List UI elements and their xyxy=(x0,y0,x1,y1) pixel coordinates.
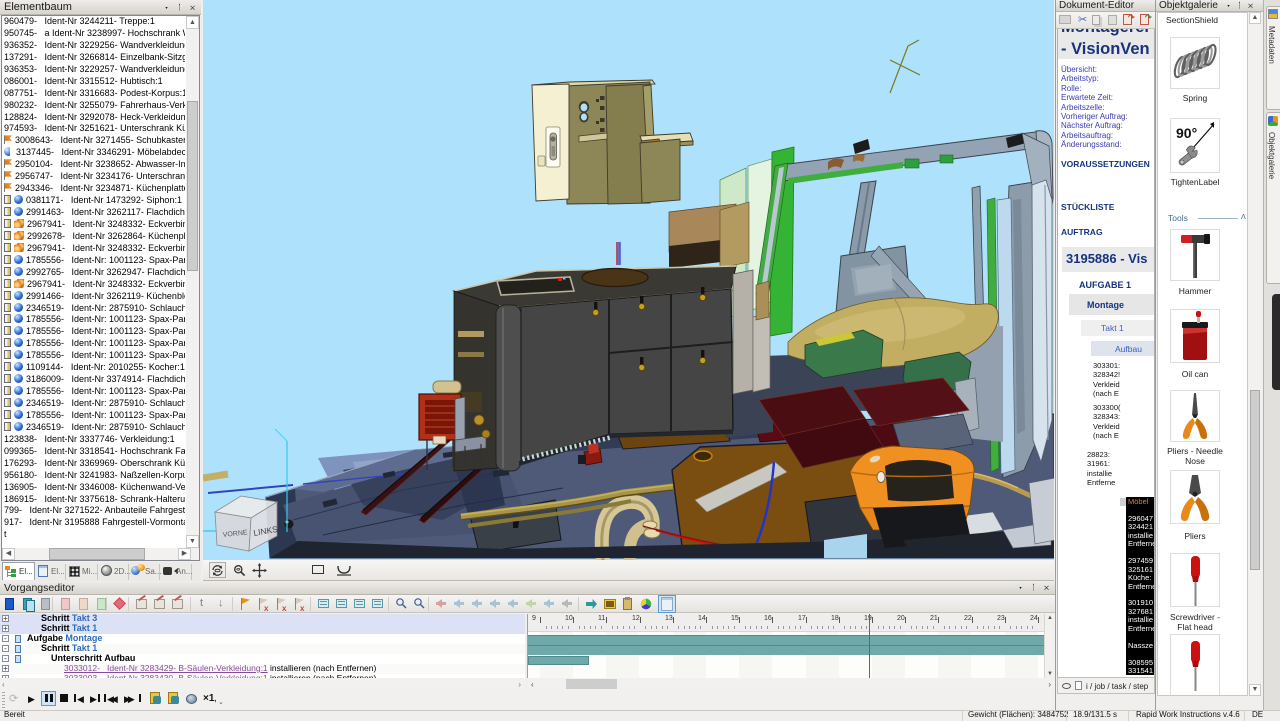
svg-text:90°: 90° xyxy=(1176,125,1197,141)
